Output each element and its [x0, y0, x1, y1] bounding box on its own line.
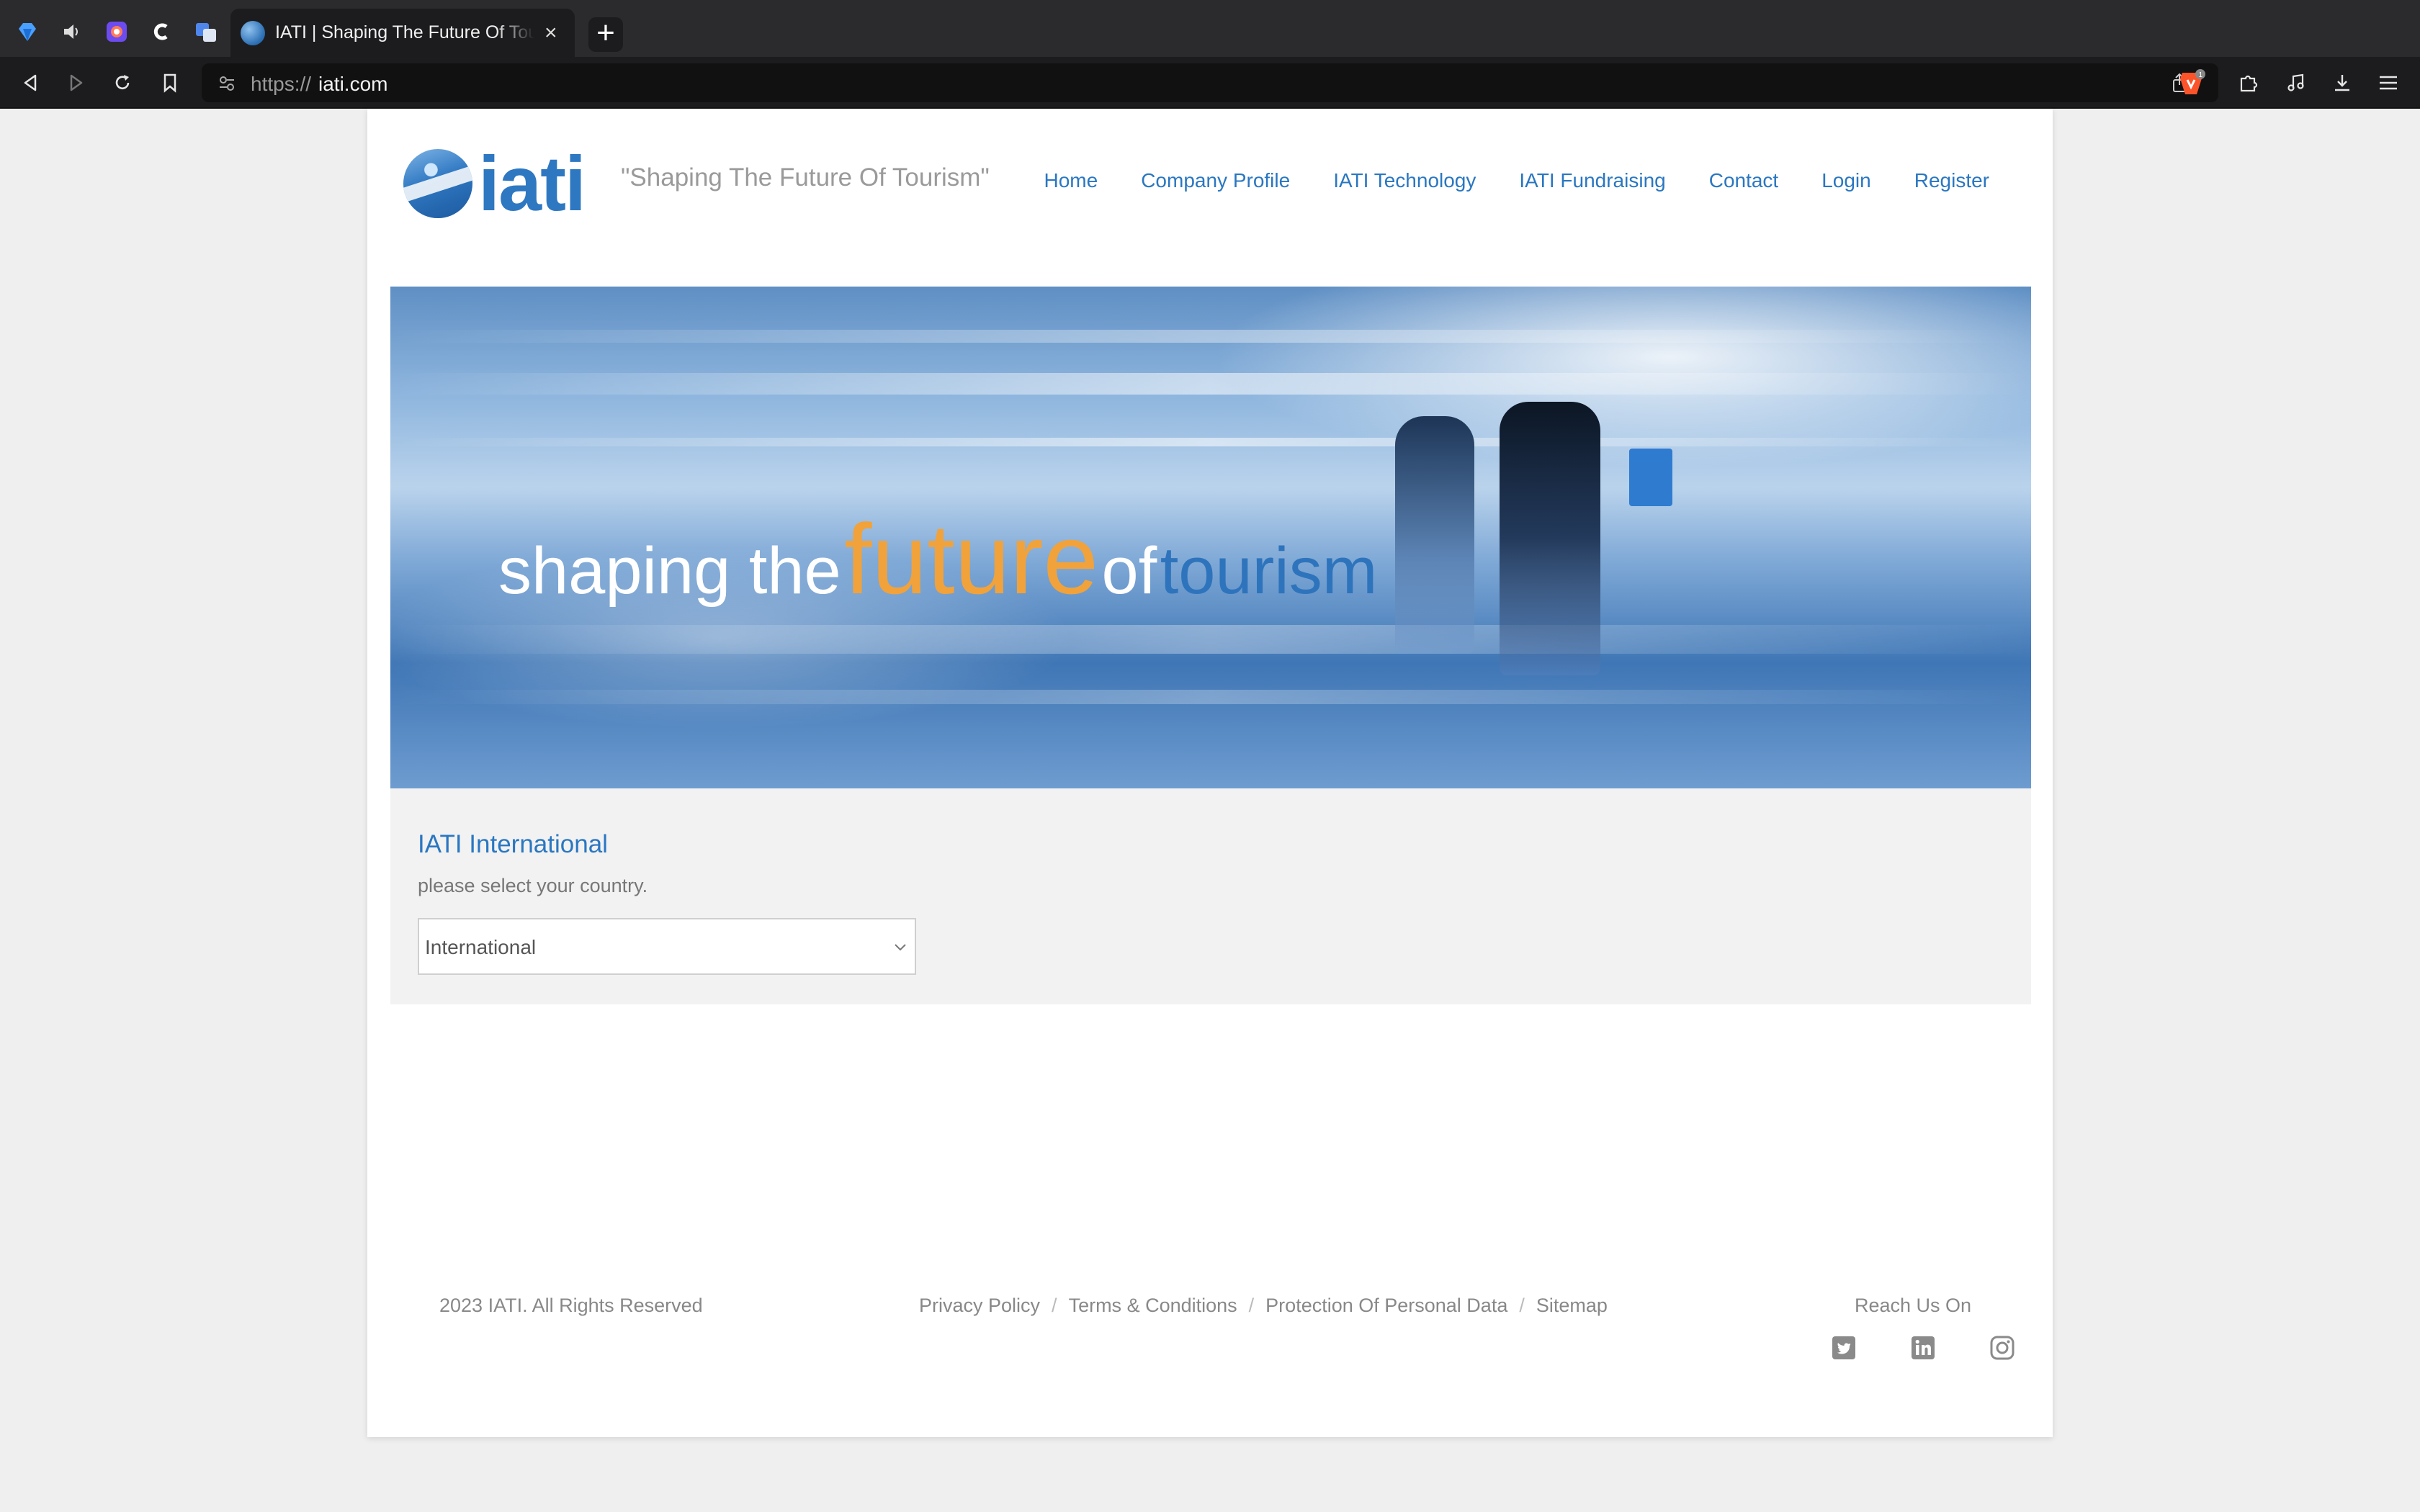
site-settings-icon[interactable] [218, 74, 236, 93]
reload-icon [115, 75, 130, 89]
footer-link-privacy-policy[interactable]: Privacy Policy [919, 1295, 1040, 1317]
twitter-icon[interactable] [1831, 1335, 1857, 1361]
globe-logo-icon [403, 149, 472, 218]
reach-us-label: Reach Us On [1855, 1295, 1972, 1316]
bookmark-icon [163, 73, 176, 93]
new-tab-button[interactable]: + [588, 17, 623, 52]
light-streak [390, 438, 2031, 446]
hero-slogan: shaping the future of tourism [498, 503, 1377, 617]
footer-link-personal-data[interactable]: Protection Of Personal Data [1265, 1295, 1507, 1317]
blue-sign [1629, 449, 1672, 506]
forward-button[interactable] [62, 68, 91, 97]
footer-links: Privacy Policy / Terms & Conditions / Pr… [919, 1295, 1608, 1317]
tab-title: IATI | Shaping The Future Of Tourism [275, 22, 534, 42]
nav-register[interactable]: Register [1914, 169, 1989, 192]
svg-text:1: 1 [2199, 71, 2203, 79]
instagram-icon[interactable] [1989, 1335, 2015, 1361]
menu-button[interactable] [2372, 67, 2404, 99]
browser-tab-bar: IATI | Shaping The Future Of Tourism × + [0, 0, 2420, 57]
footer-separator: / [1052, 1295, 1057, 1316]
close-tab-icon[interactable]: × [544, 22, 557, 44]
url-scheme: https:// [251, 73, 312, 95]
hero-text-tourism: tourism [1160, 534, 1378, 608]
footer-link-terms[interactable]: Terms & Conditions [1069, 1295, 1237, 1317]
c-letter-icon [153, 23, 168, 40]
country-select-value: International [425, 936, 537, 958]
light-streak [390, 690, 2031, 704]
download-icon [2335, 75, 2349, 91]
app-icon [107, 22, 127, 42]
nav-contact[interactable]: Contact [1709, 169, 1779, 192]
browser-toolbar: https:// iati.com 1 [0, 57, 2420, 109]
light-streak [390, 625, 2031, 654]
country-panel-prompt: please select your country. [418, 875, 648, 896]
nav-login[interactable]: Login [1821, 169, 1871, 192]
hamburger-menu-icon [2380, 76, 2397, 90]
extensions-button[interactable] [2233, 67, 2264, 99]
pinned-tab-audio[interactable] [52, 12, 92, 52]
nav-home[interactable]: Home [1044, 169, 1098, 192]
nav-company-profile[interactable]: Company Profile [1141, 169, 1290, 192]
brave-shields-button[interactable]: 1 [2175, 67, 2207, 99]
forward-arrow-icon [70, 74, 83, 91]
downloads-button[interactable] [2326, 67, 2358, 99]
media-button[interactable] [2280, 67, 2312, 99]
translate-icon [196, 23, 216, 42]
nav-iati-fundraising[interactable]: IATI Fundraising [1519, 169, 1665, 192]
iati-favicon-icon [241, 20, 265, 45]
pinned-tab-app[interactable] [97, 12, 137, 52]
hero-text-of: of [1101, 534, 1157, 608]
footer-copyright: 2023 IATI. All Rights Reserved [439, 1295, 703, 1316]
nav-iati-technology[interactable]: IATI Technology [1333, 169, 1476, 192]
light-streak [390, 330, 2031, 343]
gem-icon [19, 23, 36, 41]
page-container: iati "Shaping The Future Of Tourism" Hom… [367, 109, 2053, 1437]
back-arrow-icon [24, 74, 37, 91]
light-streak [390, 373, 2031, 395]
speaker-icon [64, 24, 78, 39]
back-button[interactable] [16, 68, 45, 97]
footer-separator: / [1248, 1295, 1255, 1316]
url-host: iati.com [318, 73, 388, 95]
walking-person-silhouette [1395, 416, 1474, 654]
pinned-tab-c[interactable] [141, 12, 182, 52]
bookmark-button[interactable] [156, 68, 184, 97]
walking-person-silhouette [1500, 402, 1600, 675]
hero-banner: shaping the future of tourism [390, 287, 2031, 788]
pinned-tab-gem[interactable] [7, 12, 48, 52]
reload-button[interactable] [108, 68, 137, 97]
iati-logo[interactable]: iati [403, 140, 586, 227]
country-select[interactable]: International [418, 918, 916, 975]
music-note-icon [2287, 73, 2304, 91]
address-bar[interactable]: https:// iati.com [202, 63, 2218, 102]
site-tagline: "Shaping The Future Of Tourism" [621, 163, 990, 192]
pinned-tab-translate[interactable] [186, 12, 226, 52]
main-navigation: Home Company Profile IATI Technology IAT… [1044, 169, 1990, 192]
active-tab[interactable]: IATI | Shaping The Future Of Tourism × [230, 9, 575, 57]
brave-lion-icon: 1 [2180, 69, 2205, 94]
footer-link-sitemap[interactable]: Sitemap [1536, 1295, 1608, 1317]
linkedin-icon[interactable] [1910, 1335, 1936, 1361]
hero-text-future: future [844, 504, 1099, 615]
logo-wordmark: iati [478, 140, 586, 227]
hero-text-part1: shaping the [498, 534, 841, 608]
puzzle-icon [2240, 75, 2258, 92]
chevron-down-icon [895, 944, 906, 951]
country-panel-title: IATI International [418, 830, 608, 858]
country-selector-panel: IATI International please select your co… [390, 788, 2031, 1004]
footer-separator: / [1519, 1295, 1525, 1316]
